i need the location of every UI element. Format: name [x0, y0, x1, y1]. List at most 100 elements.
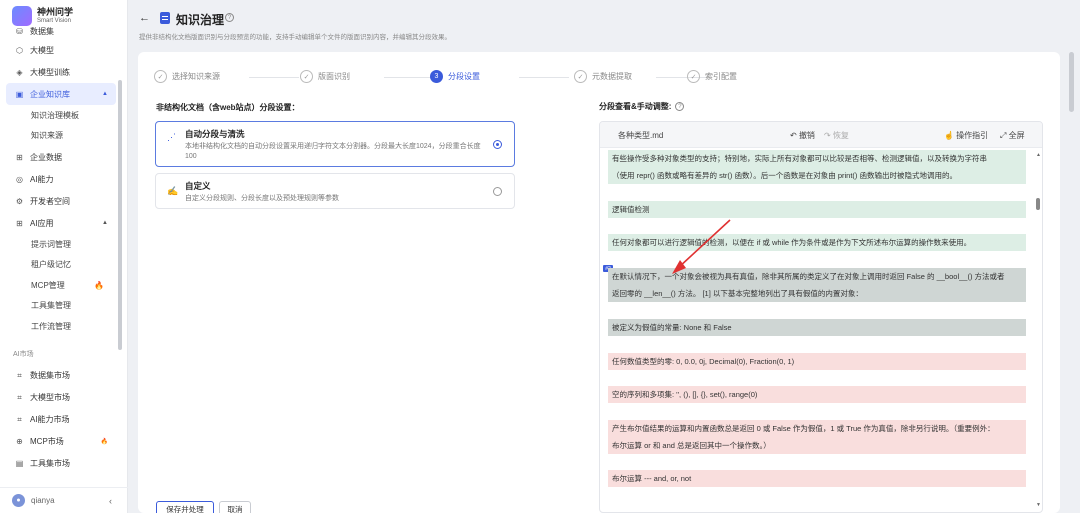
option-custom[interactable]: ✍ 自定义 自定义分段规则、分段长度以及预处理规则等参数	[155, 173, 515, 209]
step-select-source[interactable]: ✓ 选择知识来源	[154, 70, 220, 83]
sidebar-item-ai-market[interactable]: ⌗ AI能力市场	[6, 409, 116, 431]
chunk-line[interactable]: （使用 repr() 函数或略有差异的 str() 函数）。后一个函数是在对象由…	[608, 167, 1026, 184]
sidebar-section-ai-market: AI市场	[13, 350, 34, 358]
sidebar-subitem-mcp[interactable]: MCP管理 🔥	[6, 275, 116, 296]
sidebar-item-label: 企业数据	[30, 152, 62, 162]
chevron-up-icon: ▲	[102, 91, 108, 97]
app-logo[interactable]: 神州问学 Smart Vision	[12, 6, 73, 26]
chunk-line[interactable]: 有些操作受多种对象类型的支持；特别地，实际上所有对象都可以比较是否相等、检测逻辑…	[608, 150, 1026, 167]
database-icon: ⛁	[16, 27, 23, 36]
chunk-line[interactable]: 任何对象都可以进行逻辑值的检测，以便在 if 或 while 作为条件或是作为下…	[608, 234, 1026, 251]
radio-unselected[interactable]	[493, 187, 502, 196]
chunk-line[interactable]: 任何数值类型的零: 0, 0.0, 0j, Decimal(0), Fracti…	[608, 353, 1026, 370]
back-button[interactable]: ←	[139, 12, 150, 24]
ai-icon: ◎	[16, 174, 23, 184]
redo-button[interactable]: ↷ 恢复	[824, 130, 849, 141]
option-auto-segment[interactable]: ⋰ 自动分段与清洗 本地非结构化文档的自动分段设置采用递归字符文本分割器。分段最…	[155, 121, 515, 167]
step-segment-settings[interactable]: 3 分段设置	[430, 70, 480, 83]
sidebar-item-ai-ability[interactable]: ◎ AI能力	[6, 168, 116, 190]
editor-toolbar: 各种类型.md ↶ 撤销 ↷ 恢复 ☝ 操作指引 ⤢ 全屏	[600, 122, 1042, 148]
sidebar-subitem-prompts[interactable]: 提示词管理	[6, 234, 116, 255]
help-icon[interactable]: ?	[675, 102, 685, 111]
hot-icon: 🔥	[100, 439, 108, 445]
sidebar-item-toolset-market[interactable]: ▤ 工具集市场	[6, 453, 116, 475]
data-icon: ⊞	[16, 152, 23, 162]
file-name: 各种类型.md	[618, 131, 664, 140]
sidebar-item-label: 大模型市场	[30, 393, 70, 402]
chunk-line[interactable]: 空的序列和多项集: '', (), [], {}, set(), range(0…	[608, 386, 1026, 403]
sidebar-subitem-toolsets[interactable]: 工具集管理	[6, 296, 116, 317]
sidebar-item-label: AI能力市场	[30, 415, 70, 424]
check-icon: ✓	[300, 70, 313, 83]
radio-selected[interactable]	[493, 140, 502, 149]
sidebar-item-label: MCP管理	[31, 280, 65, 290]
sidebar-item-label: 知识治理模板	[31, 110, 79, 120]
sidebar-item-label: 工具集市场	[30, 459, 70, 468]
segment-view-label: 分段查看&手动调整:	[599, 102, 672, 111]
chunk-line[interactable]: 返回零的 __len__() 方法。 [1] 以下基本完整地列出了具有假值的内置…	[608, 285, 1026, 302]
save-and-process-button[interactable]: 保存并处理	[156, 501, 214, 513]
cube-icon: ⬡	[16, 45, 23, 55]
sidebar-item-enterprise-data[interactable]: ⊞ 企业数据	[6, 146, 116, 168]
step-connector	[249, 77, 299, 78]
scroll-up-icon[interactable]: ▲	[1036, 152, 1041, 158]
sidebar-item-dev-space[interactable]: ⚙ 开发者空间	[6, 190, 116, 212]
chunk-line[interactable]: 布尔运算 --- and, or, not	[608, 470, 1026, 487]
guide-button[interactable]: ☝ 操作指引	[944, 130, 988, 141]
sidebar-subitem-template[interactable]: 知识治理模板	[6, 105, 116, 126]
chunk-line[interactable]: 逻辑值检测	[608, 201, 1026, 218]
sidebar-item-llm-training[interactable]: ◈ 大模型训练	[6, 61, 116, 83]
sidebar-scrollbar[interactable]	[118, 80, 122, 350]
fullscreen-button[interactable]: ⤢ 全屏	[1000, 130, 1025, 141]
fullscreen-label: 全屏	[1008, 131, 1025, 140]
app-subtitle: Smart Vision	[37, 17, 71, 24]
option-description: 本地非结构化文档的自动分段设置采用递归字符文本分割器。分段最大长度1024，分段…	[185, 143, 481, 161]
chunk-line[interactable]: 产生布尔值结果的运算和内置函数总是返回 0 或 False 作为假值，1 或 T…	[608, 420, 1026, 437]
check-icon: ✓	[154, 70, 167, 83]
sidebar-item-llm[interactable]: ⬡ 大模型	[6, 39, 116, 61]
step-label: 索引配置	[705, 72, 737, 81]
sidebar-item-label: 提示词管理	[31, 239, 71, 249]
collapse-sidebar-button[interactable]: ‹	[109, 496, 112, 506]
cancel-button[interactable]: 取消	[219, 501, 251, 513]
sidebar-item-label: 工具集管理	[31, 301, 71, 311]
split-icon: ⋰	[167, 132, 176, 142]
sidebar-item-mcp-market[interactable]: ⊕ MCP市场 🔥	[6, 431, 116, 453]
chunk-line[interactable]: 被定义为假值的常量: None 和 False	[608, 319, 1026, 336]
sidebar-subitem-workflows[interactable]: 工作流管理	[6, 316, 116, 337]
step-label: 元数据提取	[592, 72, 632, 81]
scroll-down-icon[interactable]: ▼	[1036, 502, 1041, 508]
edit-icon: ✍	[167, 186, 179, 196]
page-scrollbar[interactable]	[1069, 52, 1074, 112]
undo-button[interactable]: ↶ 撤销	[790, 130, 815, 141]
option-name: 自定义	[185, 181, 211, 191]
step-index-config[interactable]: ✓ 索引配置	[687, 70, 737, 83]
step-metadata-extraction[interactable]: ✓ 元数据提取	[574, 70, 632, 83]
sidebar-item-knowledge-base[interactable]: ▣ 企业知识库 ▲	[6, 83, 116, 105]
chunk-line[interactable]: 布尔运算 or 和 and 总是返回其中一个操作数。）	[608, 437, 1026, 454]
help-icon[interactable]: ?	[225, 13, 234, 22]
chunk-line[interactable]: 在默认情况下，一个对象会被视为具有真值，除非其所属的类定义了在对象上调用时返回 …	[608, 268, 1026, 285]
sidebar-item-label: 开发者空间	[30, 196, 70, 206]
sidebar-item-ai-apps[interactable]: ⊞ AI应用 ▲	[6, 212, 116, 234]
redo-label: 恢复	[832, 131, 849, 140]
sidebar-subitem-source[interactable]: 知识来源	[6, 126, 116, 147]
step-layout-recognition[interactable]: ✓ 版面识别	[300, 70, 350, 83]
scroll-thumb[interactable]	[1036, 198, 1040, 210]
training-icon: ◈	[16, 67, 23, 77]
sidebar-subitem-memory[interactable]: 租户级记忆	[6, 255, 116, 276]
step-number: 3	[430, 70, 443, 83]
sidebar-item-llm-market[interactable]: ⌗ 大模型市场	[6, 387, 116, 409]
editor-content[interactable]: 有些操作受多种对象类型的支持；特别地，实际上所有对象都可以比较是否相等、检测逻辑…	[600, 148, 1034, 512]
sidebar-item-label: AI应用	[30, 218, 54, 228]
sidebar-item-label: AI能力	[30, 174, 54, 184]
sidebar-item-dataset-market[interactable]: ⌗ 数据集市场	[6, 365, 116, 387]
sidebar-item-dataset[interactable]: ⛁ 数据集	[6, 24, 116, 39]
gear-icon: ⚙	[15, 196, 24, 206]
scan-icon: ⌗	[17, 370, 22, 380]
step-label: 版面识别	[318, 72, 350, 81]
editor-scrollbar[interactable]: ▲ ▼	[1036, 152, 1041, 508]
user-menu[interactable]: ● qianya ‹	[0, 487, 128, 513]
step-connector	[519, 77, 569, 78]
page-title: 知识治理	[176, 13, 225, 27]
